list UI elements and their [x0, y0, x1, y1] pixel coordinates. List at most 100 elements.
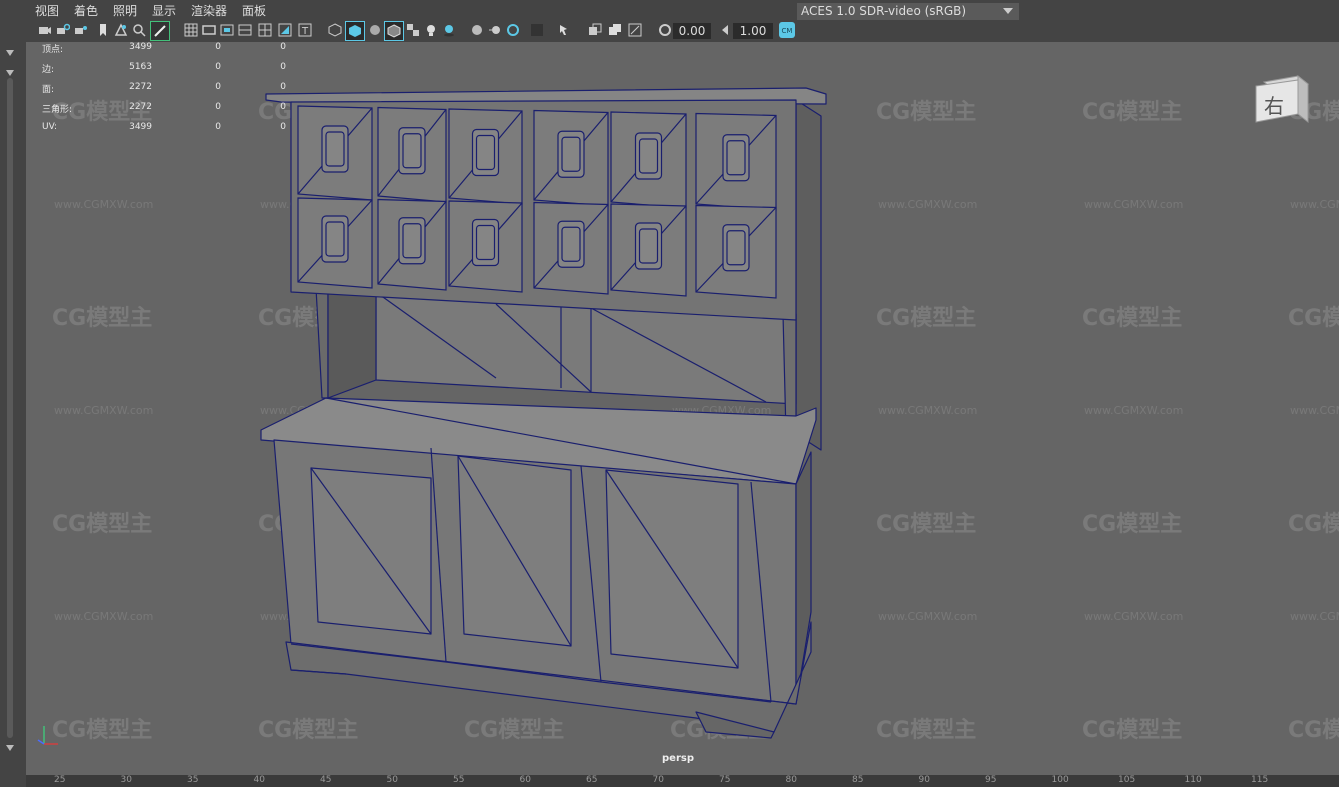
view-cube-face-label: 右: [1264, 94, 1284, 118]
safe-action-icon[interactable]: [278, 23, 292, 37]
ruler-tick-label: 40: [253, 775, 265, 785]
anti-aliasing-icon[interactable]: [506, 23, 520, 37]
hutch-right-side: [795, 99, 822, 451]
menu-show[interactable]: 显示: [152, 2, 176, 19]
default-material-icon[interactable]: [368, 23, 382, 37]
collapse-icon[interactable]: [6, 70, 14, 76]
hud-label-edges: 边:: [42, 65, 55, 75]
camera-icon[interactable]: [38, 23, 52, 37]
pencil-icon: [154, 25, 166, 37]
smooth-shade-button[interactable]: [345, 21, 365, 41]
lights-icon[interactable]: [424, 23, 438, 37]
resolution-gate-icon[interactable]: [220, 23, 234, 37]
hud-value-edges: 5163: [129, 62, 152, 72]
hud-label-faces: 面:: [42, 85, 55, 95]
ruler-tick-label: 85: [852, 775, 864, 785]
ruler-tick-label: 80: [785, 775, 797, 785]
hud-extra-triangles: 0: [280, 102, 286, 112]
hud-selected-edges: 0: [215, 62, 221, 72]
xray-icon[interactable]: [588, 23, 602, 37]
z-axis-line: [37, 739, 45, 745]
hud-selected-vertices: 0: [215, 42, 221, 52]
textured-icon[interactable]: [406, 23, 420, 37]
hud-value-triangles: 2272: [129, 102, 152, 112]
smooth-shade-icon: [349, 25, 361, 37]
shadows-icon[interactable]: [442, 23, 456, 37]
ruler-tick-label: 60: [519, 775, 531, 785]
camera-lock-icon[interactable]: [56, 23, 70, 37]
menu-bar: 视图 着色 照明 显示 渲染器 面板: [0, 0, 1339, 20]
ruler-tick-label: 95: [985, 775, 997, 785]
ruler-tick-label: 45: [320, 775, 332, 785]
vertical-scrollbar[interactable]: [7, 78, 13, 738]
scroll-up-icon[interactable]: [6, 50, 14, 56]
color-management-icon[interactable]: CM: [779, 22, 795, 38]
svg-text:T: T: [301, 26, 309, 37]
hud-value-vertices: 3499: [129, 42, 152, 52]
image-plane-icon[interactable]: [114, 23, 128, 37]
camera-attributes-icon[interactable]: [74, 23, 88, 37]
menu-lighting[interactable]: 照明: [113, 2, 137, 19]
grease-pencil-button[interactable]: [150, 21, 170, 41]
left-panel-strip: [0, 20, 26, 787]
ruler-tick-label: 105: [1118, 775, 1136, 785]
hud-extra-vertices: 0: [280, 42, 286, 52]
exposure-icon[interactable]: [658, 23, 672, 37]
depth-of-field-icon[interactable]: [530, 23, 544, 37]
ruler-tick-label: 115: [1251, 775, 1269, 785]
chevron-down-icon: [1003, 8, 1013, 14]
menu-renderer[interactable]: 渲染器: [191, 2, 227, 19]
3d-viewport[interactable]: CG模型主 www.CGMXW.com CG模型主 www.CGMXW.com CG模型…: [26, 42, 1339, 775]
safe-title-icon[interactable]: T: [298, 23, 312, 37]
film-gate-icon[interactable]: [202, 23, 216, 37]
drawer-group: [297, 105, 777, 299]
camera-name-label: persp: [662, 753, 694, 764]
ruler-tick-label: 30: [120, 775, 132, 785]
exposure-field[interactable]: 0.00: [673, 23, 711, 39]
gamma-icon[interactable]: [718, 23, 732, 37]
bookmark-icon[interactable]: [96, 23, 110, 37]
hud-value-faces: 2272: [129, 82, 152, 92]
menu-panels[interactable]: 面板: [242, 2, 266, 19]
xray-joints-icon[interactable]: [628, 23, 642, 37]
hud-label-vertices: 顶点:: [42, 45, 64, 55]
hud-selected-faces: 0: [215, 82, 221, 92]
axis-gizmo: [37, 726, 58, 745]
motion-blur-icon[interactable]: [488, 23, 502, 37]
ruler-tick-label: 50: [386, 775, 398, 785]
isolate-select-icon[interactable]: [558, 23, 572, 37]
menu-view[interactable]: 视图: [35, 2, 59, 19]
ambient-occlusion-icon[interactable]: [470, 23, 484, 37]
gate-mask-icon[interactable]: [238, 23, 252, 37]
ruler-tick-label: 110: [1184, 775, 1202, 785]
hud-value-uvs: 3499: [129, 122, 152, 132]
gamma-field[interactable]: 1.00: [733, 23, 773, 39]
color-space-dropdown[interactable]: ACES 1.0 SDR-video (sRGB): [797, 3, 1019, 20]
hud-extra-faces: 0: [280, 82, 286, 92]
ruler-tick-label: 70: [652, 775, 664, 785]
ruler-tick-label: 75: [719, 775, 731, 785]
2d-pan-zoom-icon[interactable]: [132, 23, 146, 37]
cabinet-model[interactable]: [26, 42, 1339, 775]
hud-extra-uvs: 0: [280, 122, 286, 132]
xray-active-icon[interactable]: [608, 23, 622, 37]
ruler-tick-label: 90: [918, 775, 930, 785]
wireframe-icon[interactable]: [328, 23, 342, 37]
ruler-tick-label: 100: [1051, 775, 1069, 785]
field-chart-icon[interactable]: [258, 23, 272, 37]
wireframe-on-shaded-icon: [387, 24, 401, 38]
ruler-tick-label: 35: [187, 775, 199, 785]
svg-text:CM: CM: [782, 27, 793, 35]
wireframe-on-shaded-button[interactable]: [384, 21, 404, 41]
view-cube[interactable]: 右: [1254, 74, 1310, 130]
time-ruler[interactable]: 25 30 35 40 45 50 55 60 65 70 75 80 85 90 95 100 105 110 1…: [26, 775, 1339, 787]
viewport-toolbar: T 0.00 1.00 CM: [30, 20, 1339, 42]
ruler-tick-label: 65: [586, 775, 598, 785]
scroll-down-icon[interactable]: [6, 745, 14, 751]
ruler-tick-label: 25: [54, 775, 66, 785]
hud-selected-triangles: 0: [215, 102, 221, 112]
hutch-left-inner: [327, 289, 377, 399]
hud-label-uvs: UV:: [42, 122, 58, 132]
grid-icon[interactable]: [184, 23, 198, 37]
menu-shading[interactable]: 着色: [74, 2, 98, 19]
